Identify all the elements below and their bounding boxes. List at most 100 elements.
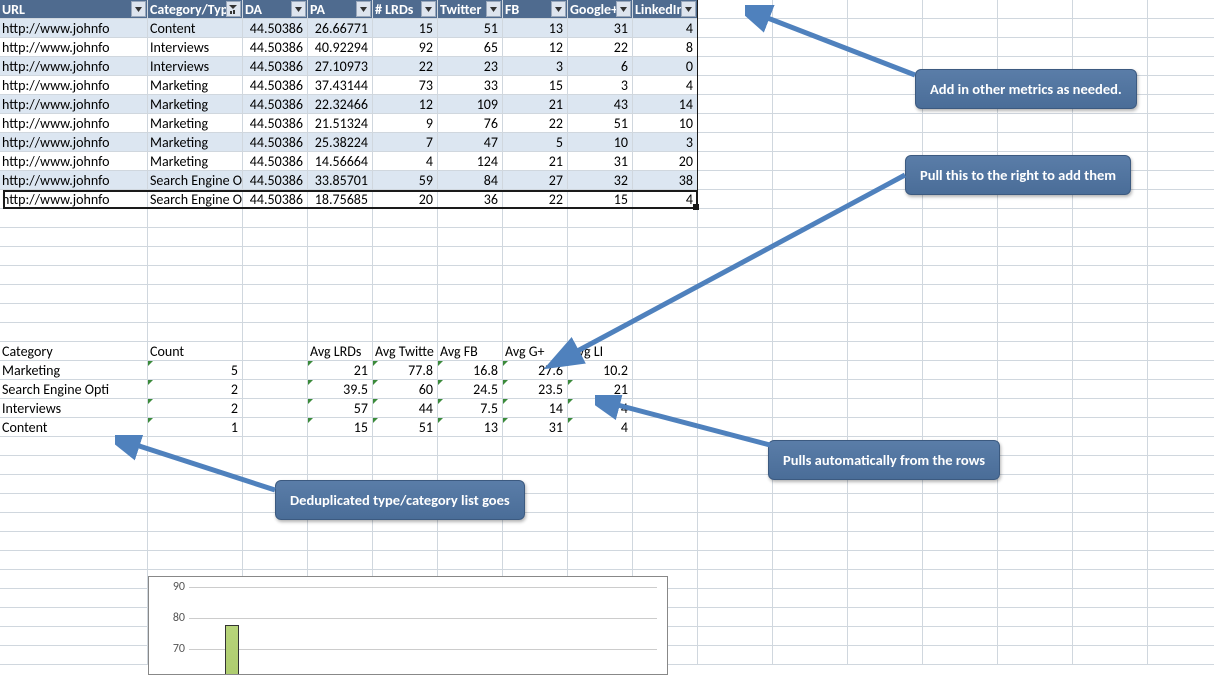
summary-value[interactable]: 14 — [503, 399, 568, 418]
summary-value[interactable]: 4 — [568, 399, 633, 418]
category-cell[interactable]: Marketing — [148, 152, 243, 171]
summary-value[interactable] — [773, 399, 848, 418]
filter-dropdown-icon[interactable] — [681, 1, 696, 17]
embedded-chart[interactable]: 9080706050403020100 — [148, 576, 668, 675]
summary-header[interactable] — [698, 342, 773, 361]
url-cell[interactable]: http://www.johnfo — [0, 190, 148, 209]
filter-dropdown-icon[interactable] — [616, 1, 631, 17]
metric-cell[interactable]: 51 — [568, 114, 633, 133]
metric-cell[interactable]: 26.66771 — [308, 19, 373, 38]
summary-value[interactable] — [773, 361, 848, 380]
summary-value[interactable]: 39.5 — [308, 380, 373, 399]
summary-value[interactable]: 44 — [373, 399, 438, 418]
metric-cell[interactable]: 44.50386 — [243, 171, 308, 190]
metric-cell[interactable]: 15 — [568, 190, 633, 209]
filter-dropdown-icon[interactable] — [356, 1, 371, 17]
metric-cell[interactable]: 4 — [633, 76, 698, 95]
summary-header[interactable] — [773, 342, 848, 361]
metric-cell[interactable]: 33 — [438, 76, 503, 95]
summary-value[interactable]: 51 — [373, 418, 438, 437]
filter-dropdown-icon[interactable] — [131, 1, 146, 17]
metric-cell[interactable]: 27.10973 — [308, 57, 373, 76]
category-cell[interactable]: Content — [148, 19, 243, 38]
metric-cell[interactable]: 59 — [373, 171, 438, 190]
metric-cell[interactable]: 4 — [633, 19, 698, 38]
summary-value[interactable] — [633, 380, 698, 399]
url-cell[interactable]: http://www.johnfo — [0, 38, 148, 57]
metric-cell[interactable]: 22 — [373, 57, 438, 76]
filter-dropdown-icon[interactable] — [486, 1, 501, 17]
metric-cell[interactable]: 9 — [373, 114, 438, 133]
table-header[interactable]: Category/Type — [148, 0, 243, 19]
metric-cell[interactable]: 15 — [503, 76, 568, 95]
metric-cell[interactable]: 21 — [503, 152, 568, 171]
metric-cell[interactable]: 4 — [373, 152, 438, 171]
table-header[interactable]: DA — [243, 0, 308, 19]
metric-cell[interactable]: 3 — [633, 133, 698, 152]
summary-value[interactable] — [633, 399, 698, 418]
metric-cell[interactable]: 3 — [503, 57, 568, 76]
metric-cell[interactable]: 38 — [633, 171, 698, 190]
metric-cell[interactable]: 84 — [438, 171, 503, 190]
metric-cell[interactable]: 65 — [438, 38, 503, 57]
summary-value[interactable] — [773, 418, 848, 437]
metric-cell[interactable]: 21.51324 — [308, 114, 373, 133]
metric-cell[interactable]: 22 — [503, 190, 568, 209]
summary-header[interactable] — [1148, 342, 1214, 361]
summary-value[interactable] — [998, 380, 1073, 399]
category-cell[interactable]: Marketing — [148, 76, 243, 95]
table-header[interactable]: URL — [0, 0, 148, 19]
metric-cell[interactable]: 44.50386 — [243, 152, 308, 171]
url-cell[interactable]: http://www.johnfo — [0, 95, 148, 114]
summary-category[interactable]: Interviews — [0, 399, 148, 418]
metric-cell[interactable]: 73 — [373, 76, 438, 95]
metric-cell[interactable]: 4 — [633, 190, 698, 209]
summary-header[interactable] — [923, 342, 998, 361]
summary-value[interactable] — [998, 418, 1073, 437]
summary-value[interactable]: 5 — [148, 361, 243, 380]
summary-category[interactable]: Marketing — [0, 361, 148, 380]
summary-value[interactable] — [773, 380, 848, 399]
url-cell[interactable]: http://www.johnfo — [0, 171, 148, 190]
metric-cell[interactable]: 44.50386 — [243, 190, 308, 209]
summary-value[interactable] — [698, 399, 773, 418]
summary-value[interactable] — [1148, 361, 1214, 380]
summary-header[interactable]: Avg FB — [438, 342, 503, 361]
metric-cell[interactable]: 124 — [438, 152, 503, 171]
table-header[interactable]: FB — [503, 0, 568, 19]
url-cell[interactable]: http://www.johnfo — [0, 133, 148, 152]
summary-value[interactable] — [243, 418, 308, 437]
metric-cell[interactable]: 22 — [503, 114, 568, 133]
summary-value[interactable]: 10.2 — [568, 361, 633, 380]
url-cell[interactable]: http://www.johnfo — [0, 76, 148, 95]
summary-value[interactable] — [923, 399, 998, 418]
category-cell[interactable]: Interviews — [148, 57, 243, 76]
metric-cell[interactable]: 44.50386 — [243, 76, 308, 95]
metric-cell[interactable]: 13 — [503, 19, 568, 38]
metric-cell[interactable]: 22 — [568, 38, 633, 57]
summary-header[interactable] — [848, 342, 923, 361]
url-cell[interactable]: http://www.johnfo — [0, 152, 148, 171]
summary-value[interactable] — [698, 418, 773, 437]
metric-cell[interactable]: 22.32466 — [308, 95, 373, 114]
url-cell[interactable]: http://www.johnfo — [0, 114, 148, 133]
summary-category[interactable]: Search Engine Opti — [0, 380, 148, 399]
summary-value[interactable] — [1073, 380, 1148, 399]
summary-header[interactable] — [998, 342, 1073, 361]
metric-cell[interactable]: 14.56664 — [308, 152, 373, 171]
metric-cell[interactable]: 31 — [568, 19, 633, 38]
summary-value[interactable]: 27.6 — [503, 361, 568, 380]
metric-cell[interactable]: 10 — [633, 114, 698, 133]
summary-header[interactable]: Count — [148, 342, 243, 361]
summary-value[interactable]: 13 — [438, 418, 503, 437]
metric-cell[interactable]: 92 — [373, 38, 438, 57]
metric-cell[interactable]: 27 — [503, 171, 568, 190]
metric-cell[interactable]: 10 — [568, 133, 633, 152]
summary-value[interactable] — [1073, 399, 1148, 418]
metric-cell[interactable]: 109 — [438, 95, 503, 114]
summary-value[interactable]: 16.8 — [438, 361, 503, 380]
summary-value[interactable] — [243, 399, 308, 418]
table-header[interactable]: Twitter — [438, 0, 503, 19]
summary-value[interactable]: 57 — [308, 399, 373, 418]
summary-value[interactable] — [1073, 361, 1148, 380]
